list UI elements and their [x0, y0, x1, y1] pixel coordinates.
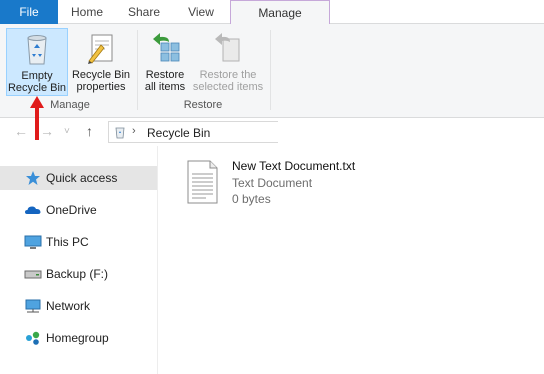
- empty-recycle-bin-button[interactable]: Empty Recycle Bin: [6, 28, 68, 96]
- nav-label: OneDrive: [46, 203, 97, 217]
- ribbon-tab-strip: File Home Share View Manage: [0, 0, 544, 25]
- tab-manage[interactable]: Manage: [230, 0, 330, 25]
- nav-item-quick-access[interactable]: Quick access: [0, 166, 157, 190]
- back-arrow-icon[interactable]: ←: [14, 123, 28, 139]
- cloud-icon: [25, 206, 41, 214]
- restore-all-items-button[interactable]: Restore all items: [140, 28, 190, 96]
- recycle-bin-small-icon: [115, 127, 125, 139]
- drive-icon: [24, 270, 42, 279]
- breadcrumb-chevron-icon[interactable]: ›: [132, 125, 136, 137]
- nav-label: Quick access: [46, 171, 118, 185]
- file-name: New Text Document.txt: [232, 159, 356, 173]
- properties-label-line2: properties: [76, 81, 126, 93]
- file-item[interactable]: New Text Document.txt Text Document 0 by…: [182, 156, 422, 212]
- nav-item-onedrive[interactable]: OneDrive: [0, 198, 157, 222]
- breadcrumb-recycle-bin[interactable]: Recycle Bin: [147, 126, 210, 140]
- tab-share[interactable]: Share: [116, 0, 172, 24]
- properties-label-line1: Recycle Bin: [71, 69, 131, 81]
- recycle-bin-icon: [27, 35, 47, 65]
- empty-label-line2: Recycle Bin: [7, 82, 67, 94]
- ribbon: Empty Recycle Bin Recycle Bin properties…: [0, 24, 544, 144]
- group-label-manage: Manage: [50, 99, 90, 111]
- properties-icon: [88, 34, 113, 64]
- nav-label: Network: [46, 299, 91, 313]
- nav-item-backup-drive[interactable]: Backup (F:): [0, 262, 157, 286]
- network-icon: [25, 299, 41, 313]
- nav-item-network[interactable]: Network: [0, 294, 157, 318]
- nav-label: Backup (F:): [46, 267, 109, 281]
- tab-view[interactable]: View: [172, 0, 230, 24]
- nav-item-homegroup[interactable]: Homegroup: [0, 326, 157, 350]
- star-icon: [26, 171, 40, 185]
- restore-all-label-line2: all items: [144, 81, 186, 93]
- computer-icon: [24, 235, 42, 249]
- navigation-pane: Quick access OneDrive This PC Backup (F:…: [0, 146, 158, 374]
- annotation-arrow-icon: [30, 96, 44, 140]
- empty-label-line1: Empty: [21, 70, 53, 82]
- restore-selected-label-line1: Restore the: [199, 69, 257, 81]
- homegroup-icon: [26, 331, 40, 345]
- restore-selected-items-button[interactable]: Restore the selected items: [192, 28, 264, 96]
- recent-locations-icon[interactable]: ˅: [64, 126, 70, 137]
- group-label-restore: Restore: [183, 99, 223, 111]
- restore-all-icon: [153, 33, 180, 62]
- recycle-bin-properties-button[interactable]: Recycle Bin properties: [70, 28, 132, 96]
- ribbon-blank-area: [272, 118, 544, 144]
- up-arrow-icon[interactable]: ↑: [86, 123, 93, 139]
- text-document-icon: [187, 160, 218, 204]
- file-size: 0 bytes: [232, 192, 271, 206]
- tab-home[interactable]: Home: [58, 0, 116, 24]
- file-type: Text Document: [232, 176, 313, 190]
- group-separator: [270, 30, 271, 110]
- nav-label: Homegroup: [46, 331, 109, 345]
- nav-label: This PC: [46, 235, 89, 249]
- restore-all-label-line1: Restore: [145, 69, 185, 81]
- tab-file[interactable]: File: [0, 0, 58, 24]
- nav-item-this-pc[interactable]: This PC: [0, 230, 157, 254]
- restore-selected-label-line2: selected items: [192, 81, 264, 93]
- group-separator: [137, 30, 138, 110]
- restore-selected-icon: [215, 33, 240, 62]
- address-bar[interactable]: › Recycle Bin: [108, 121, 278, 143]
